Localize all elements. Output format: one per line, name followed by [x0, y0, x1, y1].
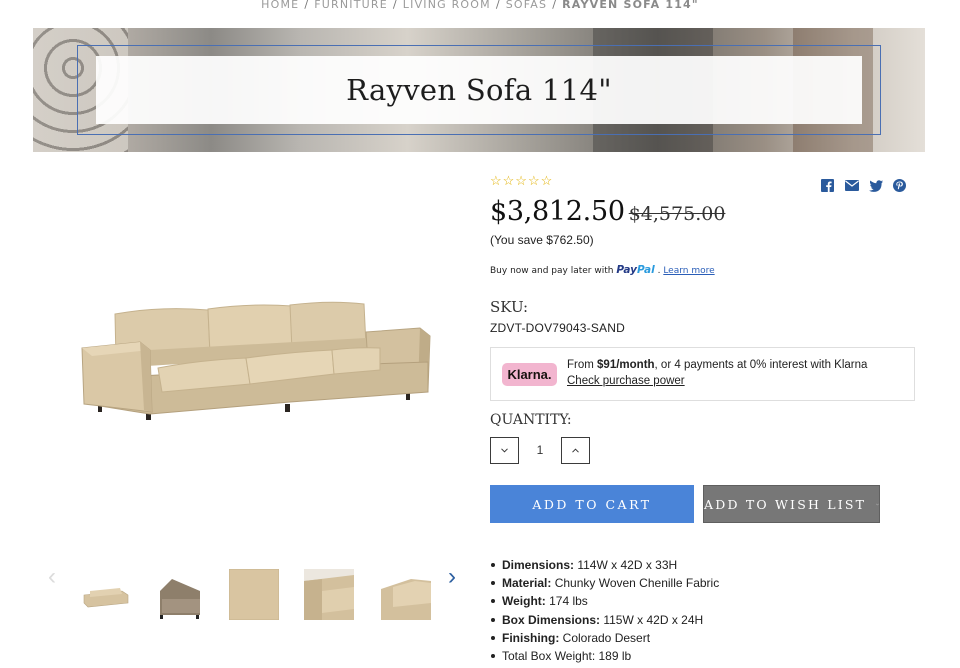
klarna-message: From $91/month, or 4 payments at 0% inte… [567, 359, 868, 371]
pinterest-icon[interactable] [892, 178, 907, 193]
rating-stars[interactable]: ☆☆☆☆☆ [490, 173, 553, 189]
add-to-cart-button[interactable]: ADD TO CART [490, 485, 694, 523]
quantity-increase-button[interactable] [561, 437, 590, 464]
thumbnail-2[interactable] [154, 569, 204, 620]
main-product-image[interactable] [80, 292, 435, 432]
paypal-message: Buy now and pay later with PayPal . Lear… [490, 264, 715, 276]
chevron-right-icon[interactable]: › [448, 565, 456, 589]
chevron-down-icon [501, 448, 508, 453]
breadcrumb-sofas[interactable]: Sofas [506, 0, 547, 11]
sku-value: ZDVT-DOV79043-SAND [490, 321, 625, 335]
quantity-input[interactable]: 1 [520, 443, 560, 457]
spec-item: Finishing: Colorado Desert [490, 629, 719, 647]
page-title: Rayven Sofa 114" [346, 73, 612, 107]
product-specs-list: Dimensions: 114W x 42D x 33H Material: C… [490, 556, 719, 665]
klarna-logo: Klarna. [502, 363, 557, 386]
paypal-learn-more-link[interactable]: Learn more [663, 266, 714, 276]
hero-banner: Rayven Sofa 114" [33, 28, 925, 152]
current-price: $3,812.50 [490, 196, 625, 227]
thumbnail-5[interactable] [381, 569, 431, 620]
savings-text: (You save $762.50) [490, 233, 594, 247]
breadcrumb: Home / Furniture / Living Room / Sofas / Rayven … [261, 0, 699, 11]
klarna-box: Klarna. From $91/month, or 4 payments at… [490, 347, 915, 401]
klarna-check-purchase-power-link[interactable]: Check purchase power [567, 375, 685, 387]
quantity-decrease-button[interactable] [490, 437, 519, 464]
hero-title-box: Rayven Sofa 114" [96, 56, 862, 124]
price-block: $3,812.50 $4,575.00 [490, 196, 725, 227]
spec-item: Total Box Weight: 189 lb [490, 647, 719, 665]
chevron-up-icon [572, 448, 579, 453]
breadcrumb-living-room[interactable]: Living Room [403, 0, 491, 11]
spec-item: Material: Chunky Woven Chenille Fabric [490, 574, 719, 592]
email-icon[interactable] [844, 178, 859, 193]
breadcrumb-home[interactable]: Home [261, 0, 299, 11]
spec-item: Weight: 174 lbs [490, 592, 719, 610]
original-price: $4,575.00 [628, 203, 726, 225]
breadcrumb-furniture[interactable]: Furniture [314, 0, 388, 11]
sku-label: SKU: [490, 298, 529, 316]
chevron-left-icon[interactable]: ‹ [48, 565, 56, 589]
sofa-image [81, 301, 431, 420]
thumbnail-1[interactable] [80, 569, 130, 620]
add-to-wishlist-button[interactable]: ADD TO WISH LIST [703, 485, 880, 523]
paypal-logo: PayPal [616, 264, 655, 276]
quantity-label: QUANTITY: [490, 412, 572, 428]
breadcrumb-current: Rayven Sofa 114" [562, 0, 699, 11]
quantity-stepper: 1 [490, 437, 590, 464]
thumbnail-4[interactable] [304, 569, 354, 620]
twitter-icon[interactable] [868, 178, 883, 193]
spec-item: Box Dimensions: 115W x 42D x 24H [490, 611, 719, 629]
thumbnail-carousel: ‹ › [44, 563, 474, 625]
thumbnail-3[interactable] [229, 569, 279, 620]
spec-item: Dimensions: 114W x 42D x 33H [490, 556, 719, 574]
share-icons [820, 178, 907, 193]
facebook-icon[interactable] [820, 178, 835, 193]
chevron-down-icon [876, 503, 879, 505]
